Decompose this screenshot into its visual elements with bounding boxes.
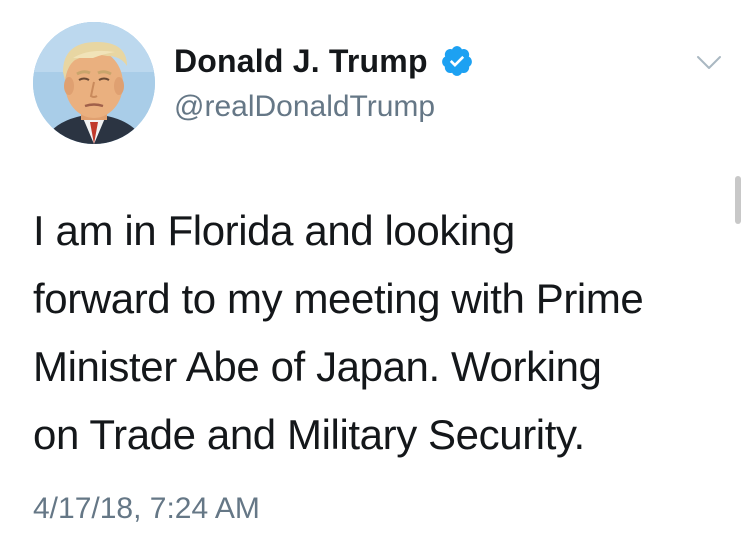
avatar[interactable] xyxy=(33,22,155,144)
name-row: Donald J. Trump xyxy=(174,40,474,82)
verified-badge-icon xyxy=(440,44,474,78)
display-name[interactable]: Donald J. Trump xyxy=(174,43,428,80)
tweet-text-line: Minister Abe of Japan. Working xyxy=(33,343,602,390)
tweet-text-line: forward to my meeting with Prime xyxy=(33,275,644,322)
scrollbar[interactable] xyxy=(735,176,741,224)
tweet-text: I am in Florida and looking forward to m… xyxy=(33,197,723,469)
tweet-card: Donald J. Trump @realDonaldTrump I am in… xyxy=(0,0,743,543)
tweet-text-line: on Trade and Military Security. xyxy=(33,411,585,458)
timestamp[interactable]: 4/17/18, 7:24 AM xyxy=(33,492,260,526)
chevron-down-icon[interactable] xyxy=(694,53,724,73)
tweet-text-line: I am in Florida and looking xyxy=(33,207,515,254)
handle[interactable]: @realDonaldTrump xyxy=(174,90,474,124)
tweet-header: Donald J. Trump @realDonaldTrump xyxy=(174,40,474,124)
avatar-image xyxy=(33,22,155,144)
